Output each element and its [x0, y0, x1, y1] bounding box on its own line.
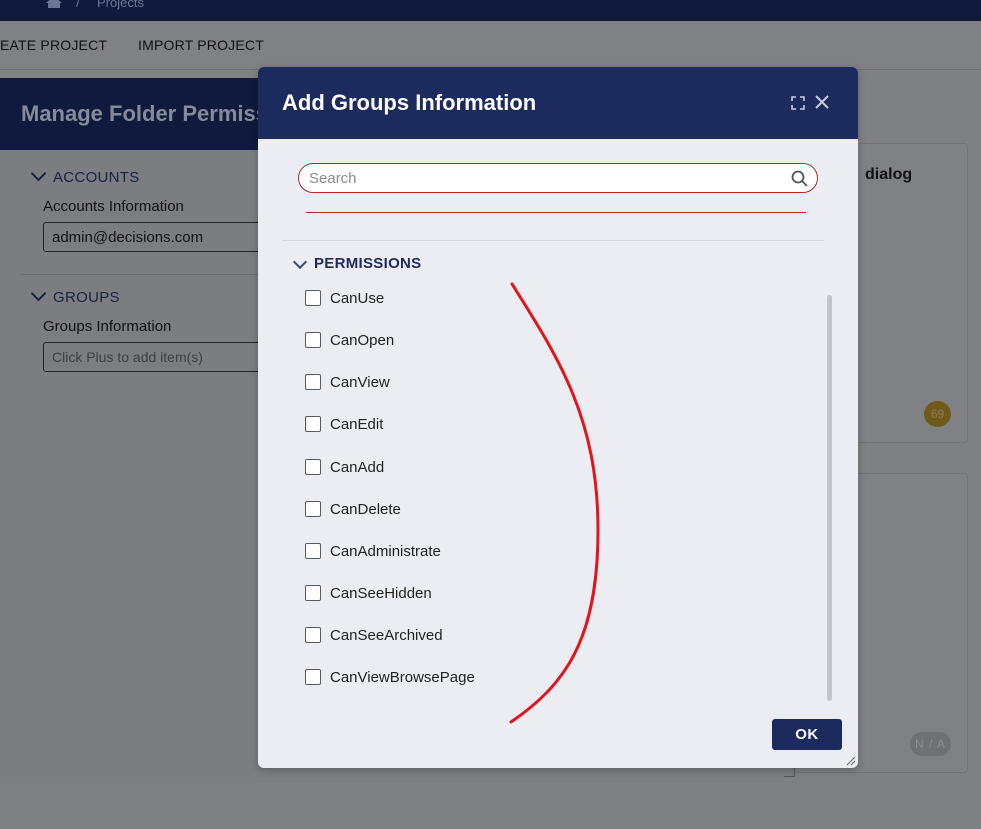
checkbox[interactable] [305, 459, 321, 475]
search-field [298, 163, 818, 193]
ok-button[interactable]: OK [772, 719, 842, 750]
section-divider [21, 274, 261, 275]
permissions-section-header[interactable]: PERMISSIONS [314, 255, 422, 272]
checkbox[interactable] [305, 543, 321, 559]
permission-item[interactable]: CanAdministrate [305, 540, 441, 562]
count-badge: 69 [924, 401, 951, 427]
groups-section-header[interactable]: GROUPS [53, 289, 120, 306]
permission-label: CanSeeHidden [330, 584, 432, 602]
search-input[interactable] [309, 168, 779, 188]
create-project-button[interactable]: EATE PROJECT [0, 37, 107, 53]
breadcrumb-separator: / [76, 0, 80, 10]
scrollbar[interactable] [827, 295, 832, 701]
groups-information-field[interactable]: Click Plus to add item(s) [43, 342, 273, 372]
top-nav-bar: / Projects [0, 0, 981, 21]
dialog-title: Add Groups Information [282, 90, 537, 115]
permission-label: CanUse [330, 289, 385, 307]
checkbox[interactable] [305, 669, 321, 685]
close-icon[interactable] [814, 94, 830, 110]
permission-label: CanSeeArchived [330, 626, 443, 644]
search-underline [306, 212, 806, 213]
accounts-section-header[interactable]: ACCOUNTS [53, 169, 140, 186]
permission-item[interactable]: CanSeeArchived [305, 624, 443, 646]
permission-label: CanViewBrowsePage [330, 668, 475, 686]
section-divider [282, 240, 824, 241]
permission-label: CanAdd [330, 458, 385, 476]
resize-grip-icon[interactable] [844, 754, 856, 766]
breadcrumb-projects[interactable]: Projects [97, 0, 144, 10]
dialog-header: Add Groups Information [258, 67, 858, 139]
checkbox[interactable] [305, 627, 321, 643]
home-icon[interactable] [46, 0, 62, 8]
permission-label: CanEdit [330, 415, 384, 433]
import-project-button[interactable]: IMPORT PROJECT [138, 37, 264, 53]
maximize-icon[interactable] [791, 96, 805, 110]
groups-information-label: Groups Information [43, 318, 172, 335]
permission-item[interactable]: CanUse [305, 287, 384, 309]
permission-item[interactable]: CanOpen [305, 329, 394, 351]
accounts-information-field[interactable]: admin@decisions.com [43, 222, 273, 252]
project-toolbar: EATE PROJECT IMPORT PROJECT [0, 21, 981, 70]
checkbox[interactable] [305, 290, 321, 306]
permission-label: CanDelete [330, 500, 401, 518]
chevron-down-icon[interactable] [292, 254, 308, 270]
checkbox[interactable] [305, 585, 321, 601]
accounts-information-label: Accounts Information [43, 198, 184, 215]
permission-label: CanView [330, 373, 390, 391]
background-card-title: dialog [865, 166, 913, 183]
checkbox[interactable] [305, 416, 321, 432]
checkbox[interactable] [305, 332, 321, 348]
search-icon[interactable] [791, 170, 808, 187]
checkbox[interactable] [305, 374, 321, 390]
add-groups-information-dialog: Add Groups Information PERMISSIONS CanUs… [258, 67, 858, 768]
permission-label: CanAdministrate [330, 542, 441, 560]
checkbox[interactable] [305, 501, 321, 517]
status-badge: N / A [910, 732, 951, 756]
permission-item[interactable]: CanSeeHidden [305, 582, 432, 604]
permission-item[interactable]: CanDelete [305, 498, 401, 520]
permission-item[interactable]: CanView [305, 371, 390, 393]
permission-item[interactable]: CanEdit [305, 413, 383, 435]
permission-item[interactable]: CanAdd [305, 456, 384, 478]
permission-item[interactable]: CanViewBrowsePage [305, 666, 475, 688]
manage-folder-permissions-title: Manage Folder Permiss [21, 101, 268, 126]
permission-label: CanOpen [330, 331, 395, 349]
